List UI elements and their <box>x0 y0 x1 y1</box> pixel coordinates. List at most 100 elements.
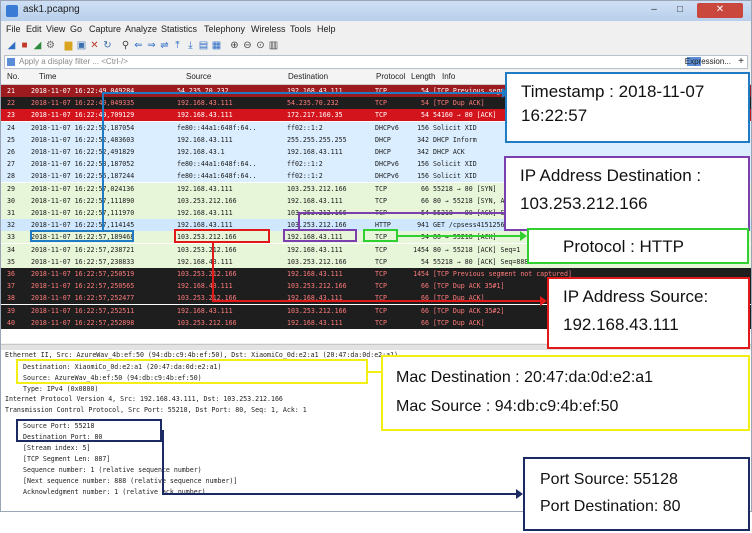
cell-no: 22 <box>7 99 15 108</box>
cell-length: 66 <box>421 306 429 315</box>
resize-columns-icon[interactable]: ▥ <box>268 40 279 51</box>
menu-telephony[interactable]: Telephony <box>204 24 245 34</box>
protocol-connector <box>398 235 522 237</box>
menu-tools[interactable]: Tools <box>290 24 311 34</box>
cell-time: 2018-11-07 16:22:52,483603 <box>31 135 135 144</box>
cell-no: 37 <box>7 282 15 291</box>
window-title: ask1.pcapng <box>23 4 80 15</box>
timestamp-callout-line1: Timestamp : 2018-11-07 <box>521 82 705 101</box>
col-length-header[interactable]: Length <box>411 72 435 81</box>
cell-source: 103.253.212.166 <box>177 318 237 327</box>
expression-button[interactable]: Expression... <box>685 57 731 66</box>
col-time-header[interactable]: Time <box>39 72 56 81</box>
bookmark-filter-icon[interactable] <box>7 58 15 66</box>
cell-source: 54.235.70.232 <box>177 87 229 95</box>
cell-source: 192.168.43.111 <box>177 282 233 291</box>
cell-destination: 103.253.212.166 <box>287 306 347 315</box>
port-callout-line1: Port Source: 55128 <box>540 471 678 488</box>
ip-destination-highlight <box>283 229 357 242</box>
detail-ipv4-line[interactable]: Internet Protocol Version 4, Src: 192.16… <box>5 395 283 404</box>
timestamp-callout-line2: 16:22:57 <box>521 106 588 125</box>
zoom-normal-icon[interactable]: ⊙ <box>255 40 266 51</box>
cell-destination: 103.253.212.166 <box>287 257 347 266</box>
autoscroll-icon[interactable]: ▤ <box>198 40 209 51</box>
close-file-icon[interactable]: ✕ <box>89 40 100 51</box>
first-packet-icon[interactable]: ⤒ <box>172 40 183 51</box>
find-packet-icon[interactable]: ⚲ <box>120 40 131 51</box>
cell-no: 26 <box>7 148 15 156</box>
ipsrc-arrow <box>540 296 547 306</box>
menu-analyze[interactable]: Analyze <box>125 24 157 34</box>
menu-go[interactable]: Go <box>70 24 82 34</box>
restart-capture-icon[interactable]: ◢ <box>32 40 43 51</box>
cell-destination: 103.253.212.166 <box>287 184 347 193</box>
port-highlight <box>16 419 162 442</box>
col-no-header[interactable]: No. <box>7 72 19 81</box>
ip-source-highlight <box>174 229 270 243</box>
detail-segment-len[interactable]: [TCP Segment Len: 887] <box>23 455 110 464</box>
detail-next-seq[interactable]: [Next sequence number: 888 (relative seq… <box>23 477 237 486</box>
cell-no: 23 <box>7 111 15 120</box>
cell-time: 2018-11-07 16:22:55,187244 <box>31 172 135 181</box>
menu-file[interactable]: File <box>6 24 21 34</box>
menu-edit[interactable]: Edit <box>26 24 42 34</box>
cell-source: 192.168.43.111 <box>177 257 233 266</box>
ipdst-connector-v <box>298 212 300 229</box>
maximize-button[interactable]: □ <box>667 3 693 18</box>
add-filter-button[interactable]: + <box>738 56 744 67</box>
stop-capture-icon[interactable]: ■ <box>19 40 30 51</box>
cell-no: 33 <box>7 233 15 242</box>
cell-no: 25 <box>7 135 15 144</box>
menu-capture[interactable]: Capture <box>89 24 121 34</box>
cell-length: 66 <box>421 184 429 193</box>
cell-no: 31 <box>7 209 15 217</box>
port-arrow <box>516 489 523 499</box>
cell-source: fe80::44a1:648f:64.. <box>177 172 257 181</box>
last-packet-icon[interactable]: ⤓ <box>185 40 196 51</box>
detail-eth-type[interactable]: Type: IPv4 (0x0800) <box>23 385 98 394</box>
minimize-button[interactable]: – <box>641 3 667 18</box>
detail-seq-number[interactable]: Sequence number: 1 (relative sequence nu… <box>23 466 202 475</box>
col-destination-header[interactable]: Destination <box>288 72 328 81</box>
go-forward-icon[interactable]: ⇒ <box>146 40 157 51</box>
wireshark-app-icon <box>6 5 18 17</box>
port-connector-v <box>162 430 164 494</box>
menu-statistics[interactable]: Statistics <box>161 24 197 34</box>
colorize-icon[interactable]: ▦ <box>211 40 222 51</box>
cell-destination: 172.217.160.35 <box>287 111 343 120</box>
close-button[interactable]: ✕ <box>697 3 743 18</box>
cell-time: 2018-11-07 16:22:57,252477 <box>31 294 135 303</box>
port-connector-h <box>162 493 518 495</box>
open-file-icon[interactable]: ▆ <box>63 40 74 51</box>
cell-no: 28 <box>7 172 15 181</box>
zoom-out-icon[interactable]: ⊖ <box>242 40 253 51</box>
col-info-header[interactable]: Info <box>442 72 455 81</box>
cell-no: 32 <box>7 221 15 230</box>
go-to-packet-icon[interactable]: ⇌ <box>159 40 170 51</box>
port-callout-line2: Port Destination: 80 <box>540 498 681 515</box>
save-file-icon[interactable]: ▣ <box>76 40 87 51</box>
menu-view[interactable]: View <box>46 24 65 34</box>
capture-options-icon[interactable]: ⚙ <box>45 40 56 51</box>
go-back-icon[interactable]: ⇐ <box>133 40 144 51</box>
zoom-in-icon[interactable]: ⊕ <box>229 40 240 51</box>
display-filter-bar[interactable]: Apply a display filter ... <Ctrl-/> Expr… <box>4 55 748 69</box>
protocol-highlight <box>363 229 398 242</box>
cell-time: 2018-11-07 16:22:57,238833 <box>31 257 135 266</box>
display-filter-input[interactable]: Apply a display filter ... <Ctrl-/> <box>19 57 128 66</box>
detail-tcp-line[interactable]: Transmission Control Protocol, Src Port:… <box>5 406 307 415</box>
menu-wireless[interactable]: Wireless <box>251 24 286 34</box>
menu-help[interactable]: Help <box>317 24 336 34</box>
detail-stream-index[interactable]: [Stream index: 5] <box>23 444 91 453</box>
cell-time: 2018-11-07 16:22:49,709129 <box>31 111 135 120</box>
col-source-header[interactable]: Source <box>186 72 211 81</box>
start-capture-icon[interactable]: ◢ <box>6 40 17 51</box>
cell-length: 156 <box>417 123 429 132</box>
reload-file-icon[interactable]: ↻ <box>102 40 113 51</box>
col-protocol-header[interactable]: Protocol <box>376 72 405 81</box>
cell-destination: 103.253.212.166 <box>287 282 347 291</box>
cell-length: 66 <box>421 294 429 303</box>
cell-length: 54 <box>421 233 429 242</box>
cell-destination: 192.168.43.111 <box>287 294 343 303</box>
cell-source: 103.253.212.166 <box>177 270 237 278</box>
